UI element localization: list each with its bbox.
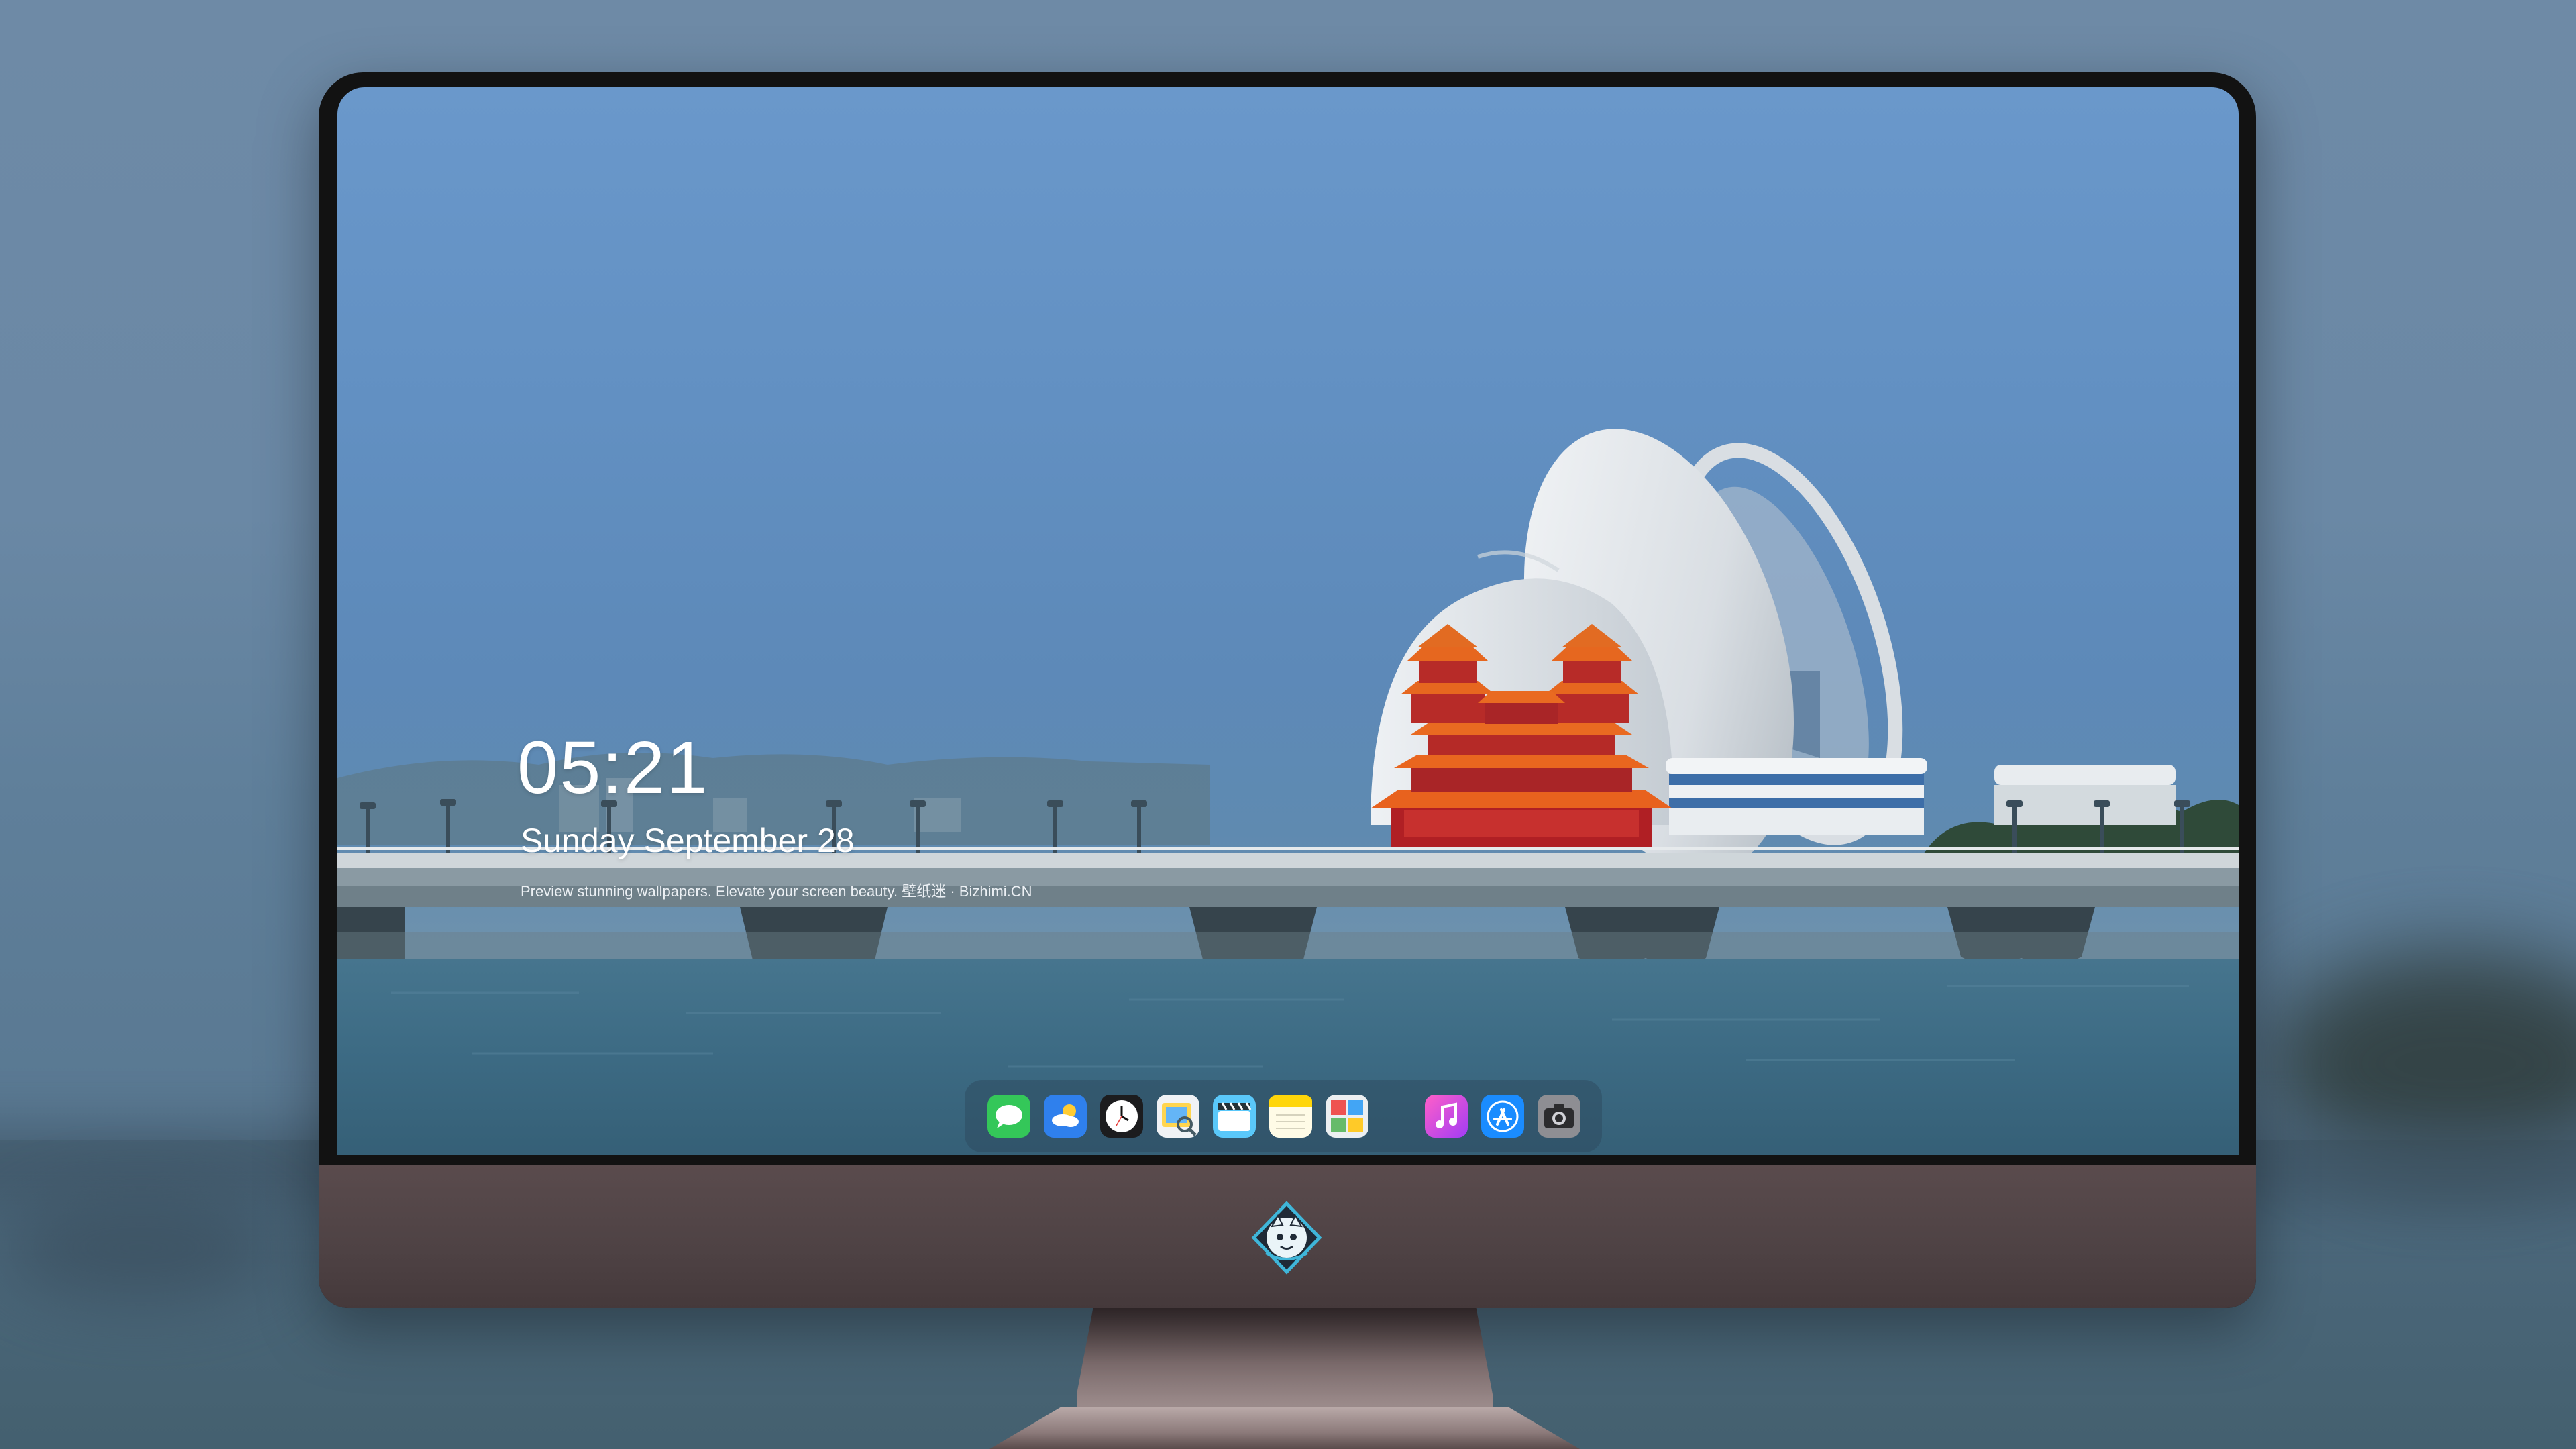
clock-icon[interactable] bbox=[1100, 1095, 1143, 1138]
app-store-icon[interactable] bbox=[1481, 1095, 1524, 1138]
monitor-stand-base bbox=[989, 1407, 1580, 1449]
preview-icon[interactable] bbox=[1157, 1095, 1199, 1138]
messages-icon[interactable] bbox=[987, 1095, 1030, 1138]
photo-booth-icon[interactable] bbox=[1326, 1095, 1368, 1138]
wallpaper-scene bbox=[337, 429, 2239, 1155]
monitor-screen: 05:21 Sunday September 28 Preview stunni… bbox=[337, 87, 2239, 1155]
dock bbox=[965, 1080, 1602, 1152]
camera-icon[interactable] bbox=[1538, 1095, 1580, 1138]
wallpaper-tagline: Preview stunning wallpapers. Elevate you… bbox=[521, 883, 1032, 900]
music-icon[interactable] bbox=[1425, 1095, 1468, 1138]
clock-date: Sunday September 28 bbox=[521, 822, 855, 859]
weather-icon[interactable] bbox=[1044, 1095, 1087, 1138]
background-shadow bbox=[0, 1194, 282, 1301]
clock-time: 05:21 bbox=[517, 727, 709, 809]
notes-icon[interactable] bbox=[1269, 1095, 1312, 1138]
clapperboard-icon[interactable] bbox=[1213, 1095, 1256, 1138]
mascot-logo-icon bbox=[1250, 1201, 1324, 1275]
